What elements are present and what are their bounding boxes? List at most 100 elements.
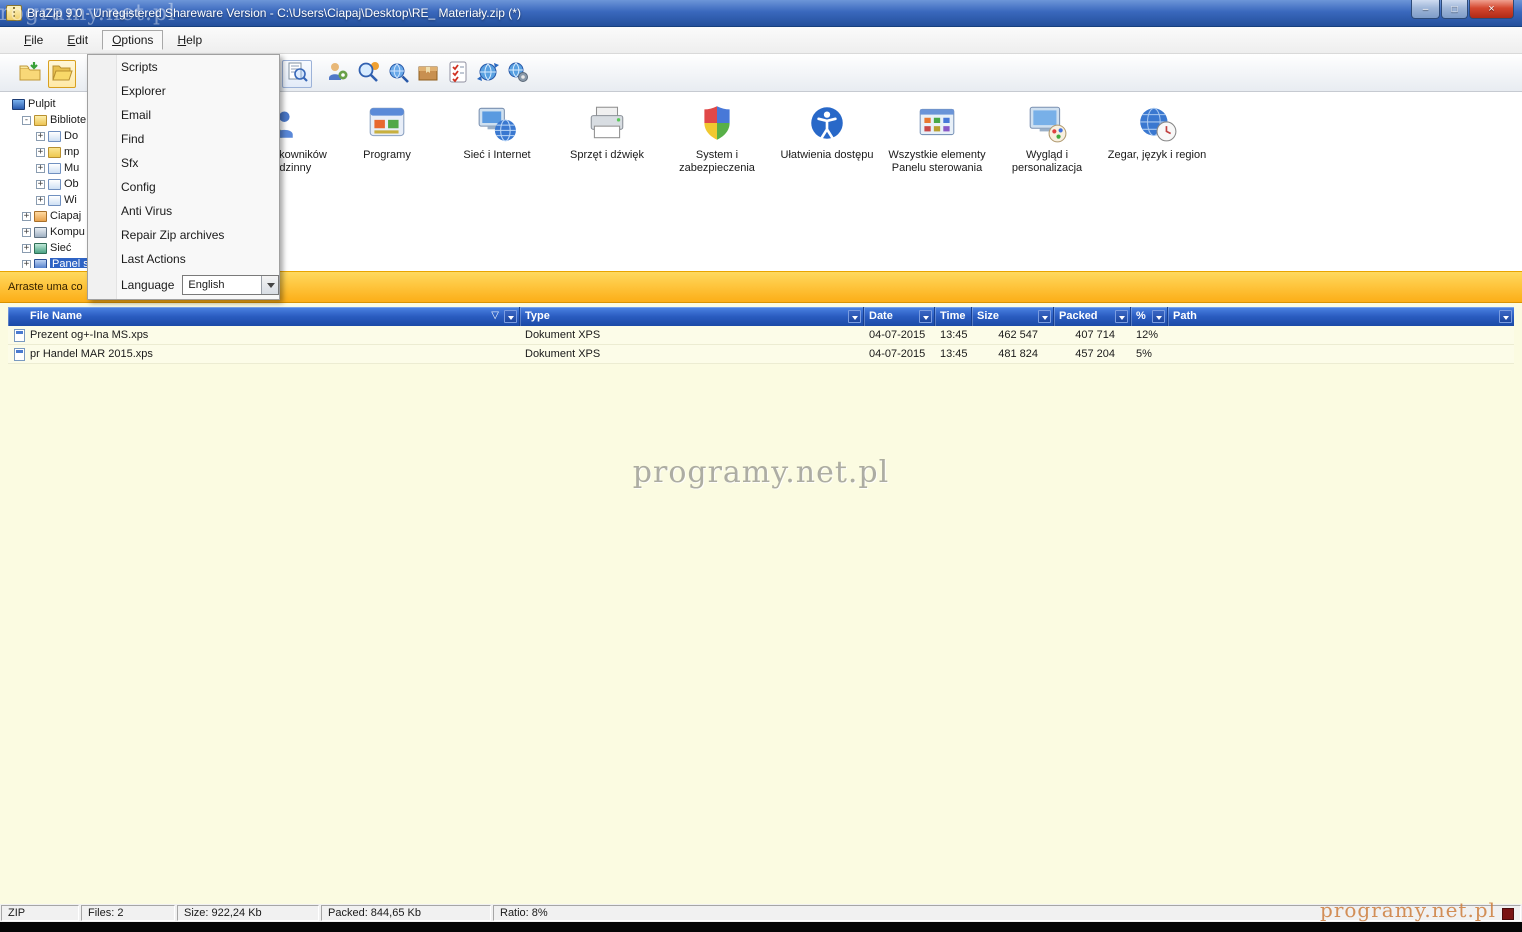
menu-edit[interactable]: Edit <box>57 30 98 50</box>
filter-dropdown-icon[interactable] <box>504 310 517 323</box>
status-files-count: Files: 2 <box>81 905 175 921</box>
column-header-size[interactable]: Size <box>972 307 1054 326</box>
watermark-center: programy.net.pl <box>633 455 889 490</box>
open-archive-button[interactable] <box>48 60 76 88</box>
maximize-button[interactable]: □ <box>1441 0 1468 19</box>
menu-item-repair-zip[interactable]: Repair Zip archives <box>88 223 279 247</box>
column-header-packed[interactable]: Packed <box>1054 307 1131 326</box>
tree-item-obrazy[interactable]: + Ob <box>4 176 90 192</box>
extract-wizard-button[interactable] <box>324 60 352 88</box>
cp-item-clock-language[interactable]: Zegar, język i region <box>1102 102 1212 175</box>
expand-box-icon[interactable]: + <box>36 164 45 173</box>
tree-item-panel-sterowania[interactable]: + Panel st <box>4 256 90 268</box>
cp-item-network-internet[interactable]: Sieć i Internet <box>442 102 552 175</box>
expand-box-icon[interactable]: + <box>22 260 31 269</box>
filter-dropdown-icon[interactable] <box>1038 310 1051 323</box>
internet-update-icon <box>476 60 500 89</box>
tree-item-komputer[interactable]: + Kompu <box>4 224 90 240</box>
computer-icon <box>34 227 47 238</box>
status-packed: Packed: 844,65 Kb <box>321 905 491 921</box>
pack-button[interactable] <box>414 60 442 88</box>
menu-item-anti-virus[interactable]: Anti Virus <box>88 199 279 223</box>
view-button[interactable] <box>282 60 312 88</box>
menu-file[interactable]: File <box>14 30 53 50</box>
menu-item-language: Language English <box>88 271 279 299</box>
close-button[interactable]: × <box>1469 0 1514 19</box>
tree-item-biblioteki[interactable]: - Bibliote <box>4 112 90 128</box>
expand-box-icon[interactable]: + <box>36 180 45 189</box>
appearance-icon <box>1026 102 1068 144</box>
test-archive-icon <box>446 60 470 89</box>
tree-item-pulpit[interactable]: Pulpit <box>4 96 90 112</box>
filter-dropdown-icon[interactable] <box>1152 310 1165 323</box>
new-archive-button[interactable] <box>16 60 44 88</box>
control-panel-categories: Konta użytkownikówi Filtr rodzinny Progr… <box>222 102 1212 175</box>
chevron-down-icon[interactable] <box>261 276 278 294</box>
column-header-path[interactable]: Path <box>1168 307 1514 326</box>
open-archive-icon <box>50 60 74 89</box>
column-header-date[interactable]: Date <box>864 307 935 326</box>
cp-item-ease-of-access[interactable]: Ułatwienia dostępu <box>772 102 882 175</box>
tree-item-ciapaj[interactable]: + Ciapaj <box>4 208 90 224</box>
expand-box-icon[interactable]: + <box>36 132 45 141</box>
filter-dropdown-icon[interactable] <box>1115 310 1128 323</box>
cp-item-all-items[interactable]: Wszystkie elementyPanelu sterowania <box>882 102 992 175</box>
menu-item-sfx[interactable]: Sfx <box>88 151 279 175</box>
menu-options[interactable]: Options <box>102 30 163 50</box>
language-label: Language <box>121 278 174 292</box>
menu-help[interactable]: Help <box>167 30 212 50</box>
file-row[interactable]: pr Handel MAR 2015.xps Dokument XPS 04-0… <box>8 345 1514 364</box>
tree-item-siec[interactable]: + Sieć <box>4 240 90 256</box>
drag-hint-text: Arraste uma co <box>8 281 83 293</box>
menu-item-explorer[interactable]: Explorer <box>88 79 279 103</box>
new-archive-icon <box>18 60 42 89</box>
app-window: BraZip 9.0 - Unregistered Shareware Vers… <box>0 0 1522 932</box>
expand-box-icon[interactable]: + <box>22 244 31 253</box>
options-dropdown-menu: Scripts Explorer Email Find Sfx Config A… <box>87 54 280 300</box>
file-row[interactable]: Prezent og+-Ina MS.xps Dokument XPS 04-0… <box>8 326 1514 345</box>
tree-item-wideo[interactable]: + Wi <box>4 192 90 208</box>
control-panel-icon <box>34 259 47 269</box>
filter-dropdown-icon[interactable] <box>919 310 932 323</box>
title-bar: BraZip 9.0 - Unregistered Shareware Vers… <box>0 0 1522 27</box>
tree-item-dokumenty[interactable]: + Do <box>4 128 90 144</box>
tree-item-mp[interactable]: + mp <box>4 144 90 160</box>
collapse-box-icon[interactable]: - <box>22 116 31 125</box>
menu-item-config[interactable]: Config <box>88 175 279 199</box>
internet-update-button[interactable] <box>474 60 502 88</box>
column-header-time[interactable]: Time <box>935 307 972 326</box>
column-header-type[interactable]: Type <box>520 307 864 326</box>
web-options-icon <box>506 60 530 89</box>
cp-item-system-security[interactable]: System izabezpieczenia <box>662 102 772 175</box>
expand-box-icon[interactable]: + <box>36 148 45 157</box>
expand-box-icon[interactable]: + <box>22 212 31 221</box>
filter-dropdown-icon[interactable] <box>1499 310 1512 323</box>
expand-box-icon[interactable]: + <box>36 196 45 205</box>
cp-item-programs[interactable]: Programy <box>332 102 442 175</box>
network-icon <box>34 243 47 254</box>
tree-item-muzyka[interactable]: + Mu <box>4 160 90 176</box>
folder-icon <box>48 147 61 158</box>
menu-item-email[interactable]: Email <box>88 103 279 127</box>
language-select[interactable]: English <box>182 275 279 295</box>
column-header-file-name[interactable]: File Name ▽ <box>8 307 520 326</box>
web-options-button[interactable] <box>504 60 532 88</box>
column-header-percent[interactable]: % <box>1131 307 1168 326</box>
search-button[interactable] <box>384 60 412 88</box>
videos-folder-icon <box>48 195 61 206</box>
programs-icon <box>366 102 408 144</box>
menu-item-last-actions[interactable]: Last Actions <box>88 247 279 271</box>
filter-dropdown-icon[interactable] <box>848 310 861 323</box>
watermark-logo-icon <box>1502 908 1514 920</box>
cp-item-hardware-sound[interactable]: Sprzęt i dźwięk <box>552 102 662 175</box>
minimize-button[interactable]: – <box>1411 0 1440 19</box>
xps-file-icon <box>14 348 25 361</box>
status-bar: ZIP Files: 2 Size: 922,24 Kb Packed: 844… <box>0 904 1522 922</box>
menu-item-find[interactable]: Find <box>88 127 279 151</box>
test-archive-button[interactable] <box>444 60 472 88</box>
expand-box-icon[interactable]: + <box>22 228 31 237</box>
cp-item-appearance[interactable]: Wygląd ipersonalizacja <box>992 102 1102 175</box>
desktop-icon <box>12 99 25 110</box>
find-files-button[interactable] <box>354 60 382 88</box>
menu-item-scripts[interactable]: Scripts <box>88 55 279 79</box>
